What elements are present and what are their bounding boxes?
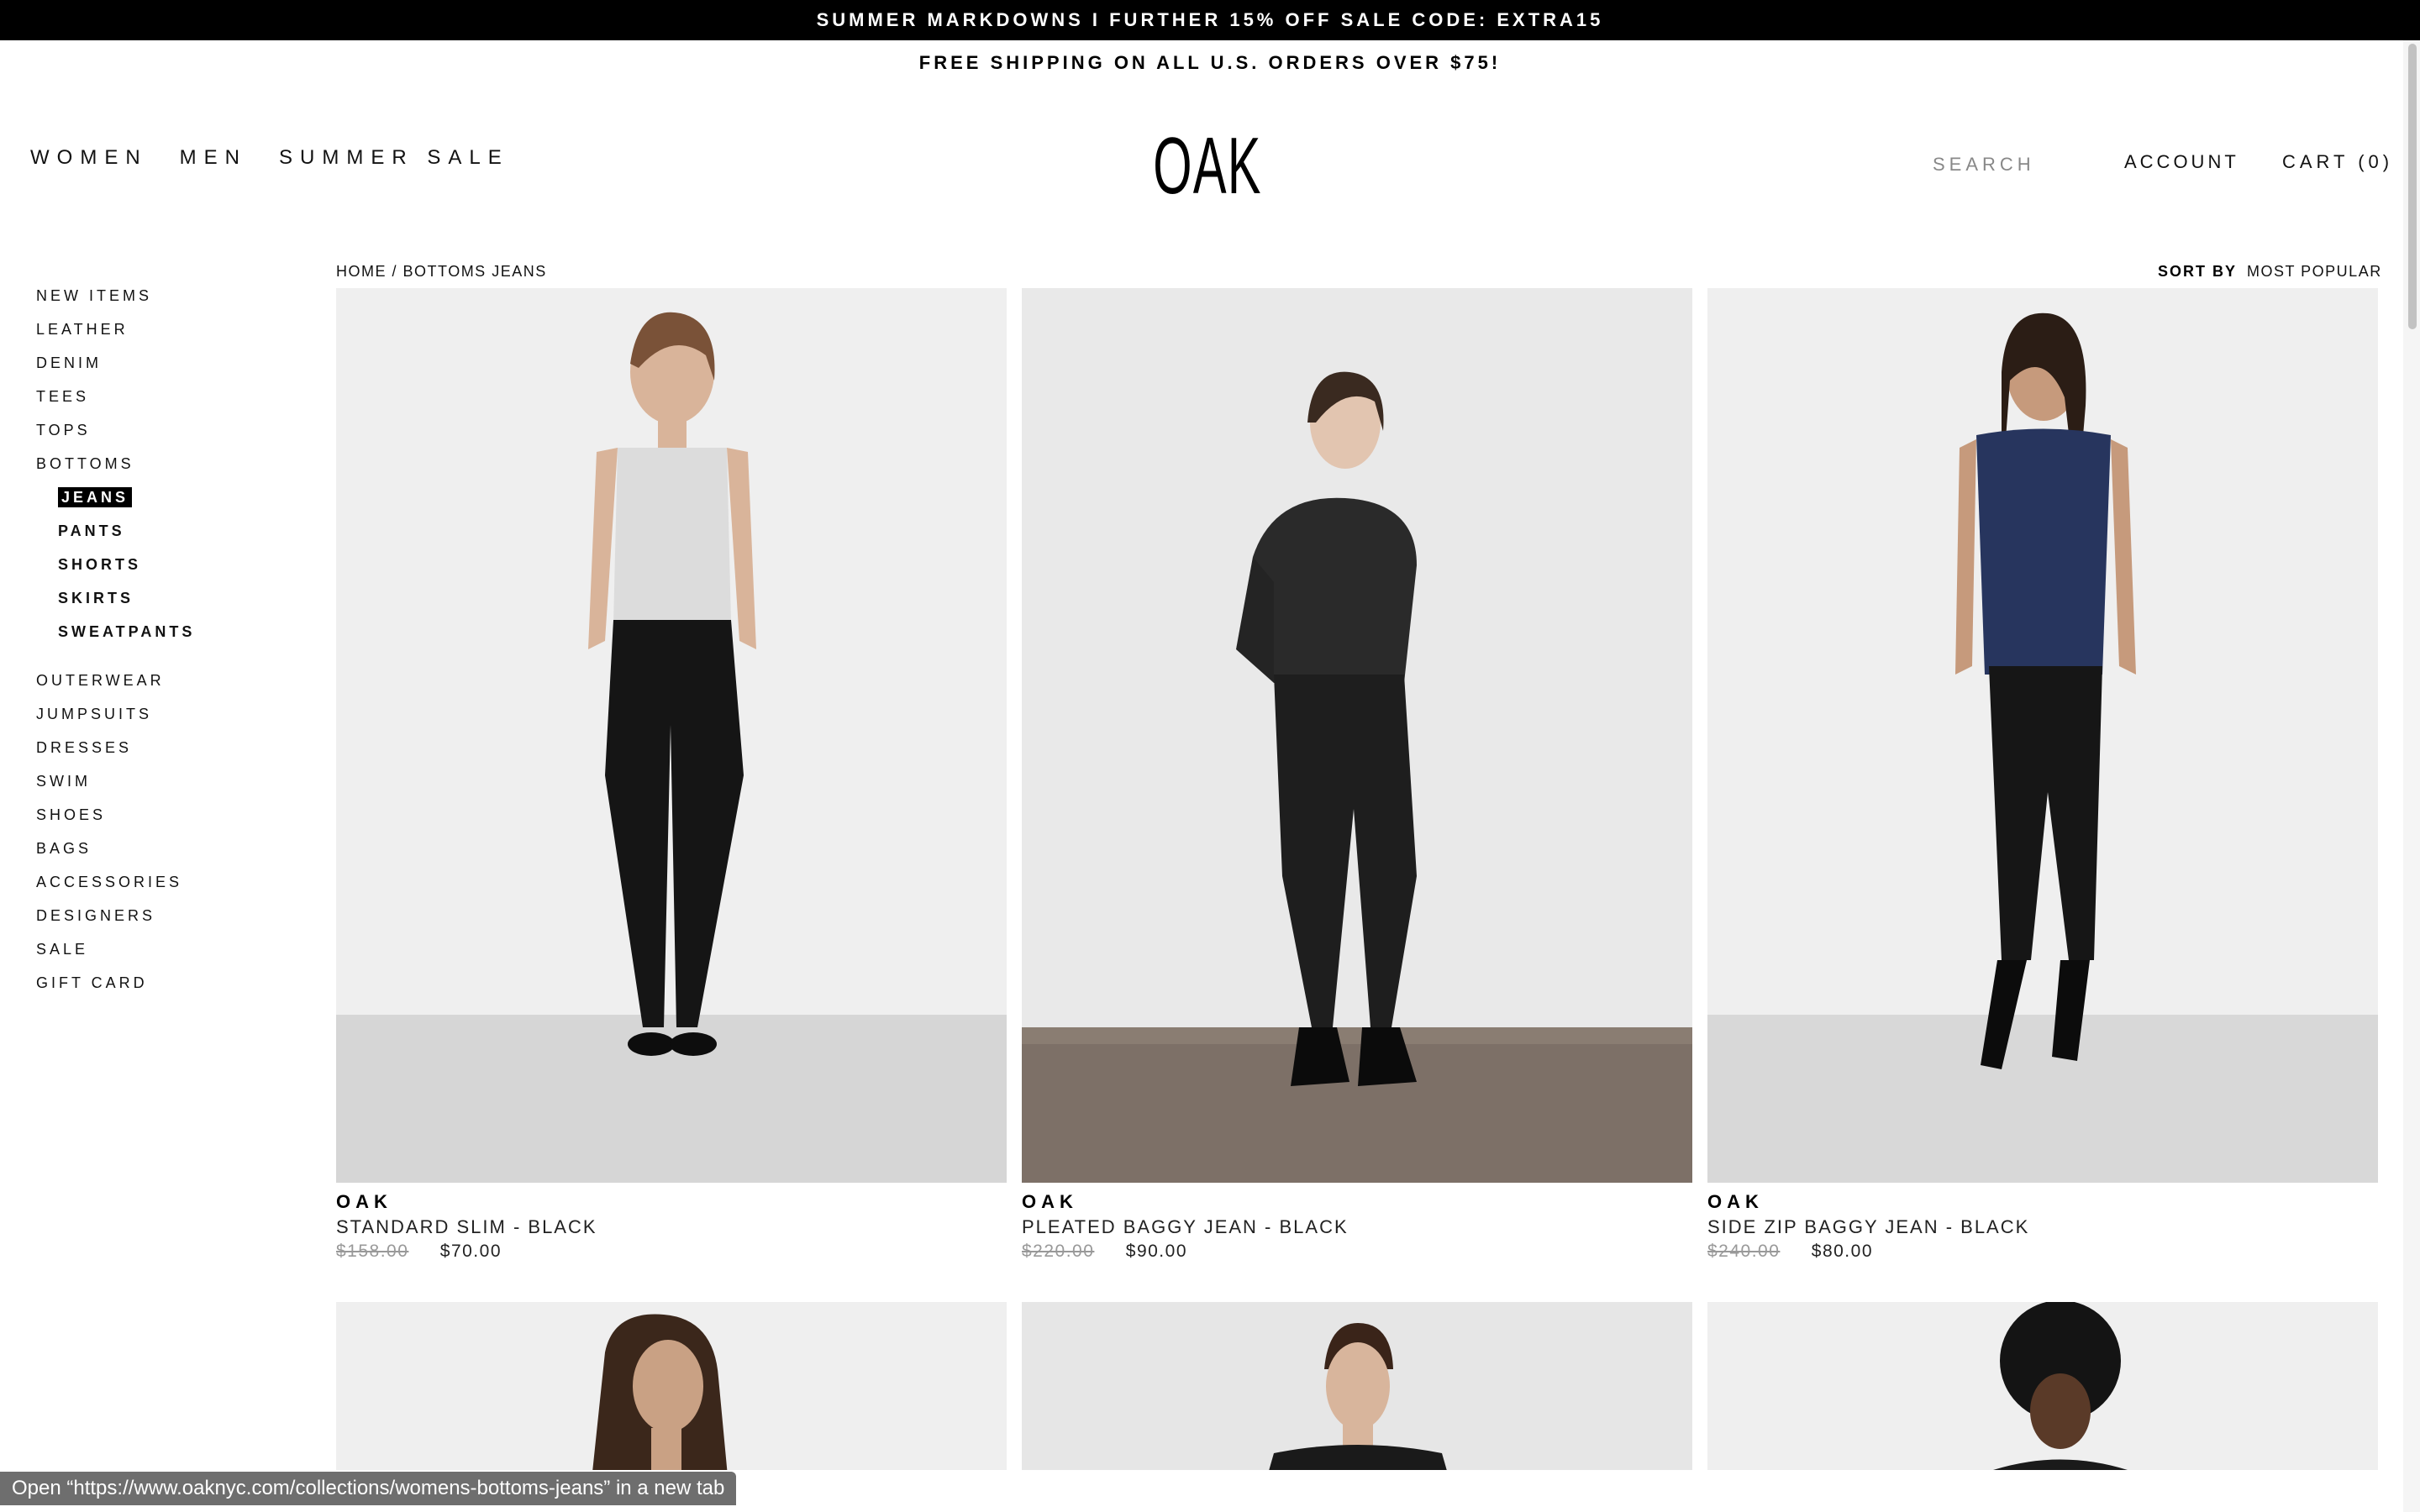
product-image[interactable] xyxy=(1707,288,2378,1183)
link-status-tooltip: Open “https://www.oaknyc.com/collections… xyxy=(0,1472,737,1505)
sidebar-item-new-items[interactable]: NEW ITEMS xyxy=(36,286,195,319)
product-original-price: $158.00 xyxy=(336,1242,409,1261)
sort-dropdown[interactable]: MOST POPULAR xyxy=(2247,263,2382,281)
product-original-price: $240.00 xyxy=(1707,1242,1781,1261)
breadcrumb: HOME / BOTTOMS JEANS xyxy=(336,263,547,281)
sidebar-item-tees[interactable]: TEES xyxy=(36,386,195,420)
sidebar-item-bags[interactable]: BAGS xyxy=(36,838,195,872)
product-prices: $158.00 $70.00 xyxy=(336,1242,1007,1262)
promo-text: SUMMER MARKDOWNS I FURTHER 15% OFF SALE … xyxy=(816,9,1604,30)
account-link[interactable]: ACCOUNT xyxy=(2124,151,2239,173)
product-sale-price: $90.00 xyxy=(1125,1242,1187,1261)
sidebar-subitem-pants[interactable]: PANTS xyxy=(58,521,195,554)
sidebar-subitem-jeans-label: JEANS xyxy=(58,487,133,507)
scrollbar-thumb[interactable] xyxy=(2408,44,2417,329)
breadcrumb-current: BOTTOMS JEANS xyxy=(402,263,547,280)
product-card[interactable] xyxy=(1707,1302,2378,1470)
sidebar-item-shoes[interactable]: SHOES xyxy=(36,805,195,838)
product-name[interactable]: SIDE ZIP BAGGY JEAN - BLACK xyxy=(1707,1216,2378,1238)
sidebar-item-tops[interactable]: TOPS xyxy=(36,420,195,454)
primary-nav: WOMEN MEN SUMMER SALE xyxy=(30,146,509,170)
promo-banner[interactable]: SUMMER MARKDOWNS I FURTHER 15% OFF SALE … xyxy=(0,0,2420,40)
breadcrumb-home[interactable]: HOME xyxy=(336,263,387,280)
product-name[interactable]: STANDARD SLIM - BLACK xyxy=(336,1216,1007,1238)
sidebar-item-jumpsuits[interactable]: JUMPSUITS xyxy=(36,704,195,738)
product-sale-price: $70.00 xyxy=(439,1242,502,1261)
product-image[interactable] xyxy=(336,288,1007,1183)
product-image[interactable] xyxy=(1707,1302,2378,1470)
shipping-text: FREE SHIPPING ON ALL U.S. ORDERS OVER $7… xyxy=(918,52,1502,73)
product-image[interactable] xyxy=(1022,1302,1692,1470)
sidebar-item-swim[interactable]: SWIM xyxy=(36,771,195,805)
sidebar-item-bottoms[interactable]: BOTTOMS xyxy=(36,454,195,487)
sidebar-item-sale[interactable]: SALE xyxy=(36,939,195,973)
search-input[interactable] xyxy=(1933,150,2101,180)
sidebar-item-denim[interactable]: DENIM xyxy=(36,353,195,386)
product-brand: OAK xyxy=(336,1191,392,1212)
sort-label: SORT BY xyxy=(2158,263,2238,280)
sidebar-subitem-skirts[interactable]: SKIRTS xyxy=(58,588,195,622)
sidebar-item-dresses[interactable]: DRESSES xyxy=(36,738,195,771)
product-image[interactable] xyxy=(1022,288,1692,1183)
cart-link[interactable]: CART (0) xyxy=(2282,151,2393,173)
nav-women[interactable]: WOMEN xyxy=(30,146,148,170)
product-brand: OAK xyxy=(1022,1191,1078,1212)
category-sidebar: NEW ITEMS LEATHER DENIM TEES TOPS BOTTOM… xyxy=(36,286,195,1006)
sidebar-item-designers[interactable]: DESIGNERS xyxy=(36,906,195,939)
sidebar-subitem-jeans[interactable]: JEANS xyxy=(58,487,195,521)
sidebar-item-gift-card[interactable]: GIFT CARD xyxy=(36,973,195,1006)
shipping-banner: FREE SHIPPING ON ALL U.S. ORDERS OVER $7… xyxy=(0,40,2420,86)
product-sale-price: $80.00 xyxy=(1811,1242,1873,1261)
brand-logo[interactable]: OAK xyxy=(1153,124,1260,208)
sidebar-subitem-sweatpants[interactable]: SWEATPANTS xyxy=(58,622,195,655)
product-image[interactable] xyxy=(336,1302,1007,1470)
product-card[interactable]: OAK SIDE ZIP BAGGY JEAN - BLACK $240.00 … xyxy=(1707,288,2378,1262)
product-card[interactable]: OAK STANDARD SLIM - BLACK $158.00 $70.00 xyxy=(336,288,1007,1262)
product-card[interactable]: OAK PLEATED BAGGY JEAN - BLACK $220.00 $… xyxy=(1022,288,1692,1262)
nav-men[interactable]: MEN xyxy=(180,146,247,170)
product-prices: $240.00 $80.00 xyxy=(1707,1242,2378,1262)
product-card[interactable] xyxy=(1022,1302,1692,1470)
nav-summer-sale[interactable]: SUMMER SALE xyxy=(279,146,509,170)
sidebar-item-leather[interactable]: LEATHER xyxy=(36,319,195,353)
product-card[interactable] xyxy=(336,1302,1007,1470)
product-original-price: $220.00 xyxy=(1022,1242,1095,1261)
product-name[interactable]: PLEATED BAGGY JEAN - BLACK xyxy=(1022,1216,1692,1238)
product-brand: OAK xyxy=(1707,1191,1764,1212)
sidebar-item-accessories[interactable]: ACCESSORIES xyxy=(36,872,195,906)
product-prices: $220.00 $90.00 xyxy=(1022,1242,1692,1262)
sidebar-item-outerwear[interactable]: OUTERWEAR xyxy=(36,670,195,704)
breadcrumb-separator: / xyxy=(387,263,403,280)
sidebar-subitem-shorts[interactable]: SHORTS xyxy=(58,554,195,588)
